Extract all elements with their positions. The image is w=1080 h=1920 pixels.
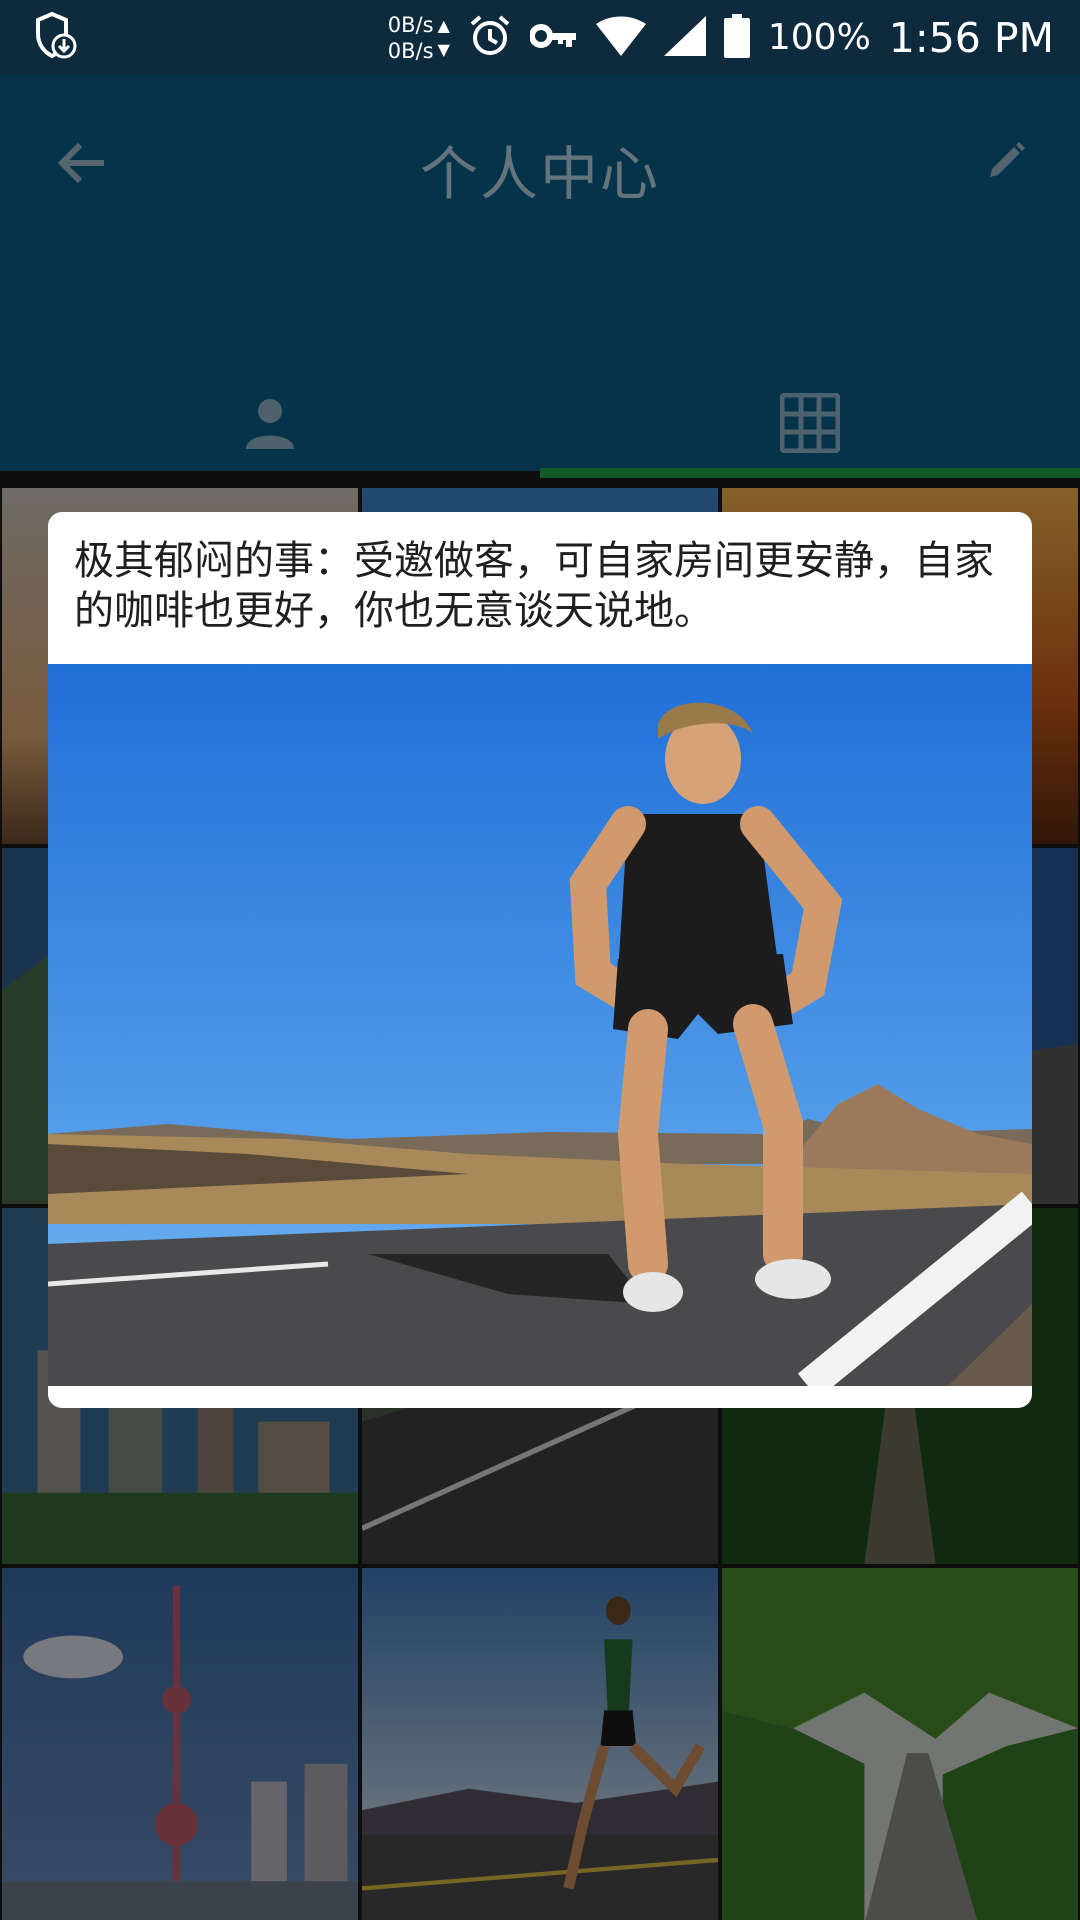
net-down-speed: 0B/s (387, 38, 434, 63)
runner-on-road-photo (48, 664, 1032, 1386)
net-up-speed: 0B/s (387, 12, 434, 37)
battery-percent: 100% (767, 17, 871, 58)
key-icon (528, 21, 578, 55)
battery-icon (723, 13, 750, 62)
post-image[interactable] (48, 664, 1032, 1386)
post-dialog: 极其郁闷的事：受邀做客，可自家房间更安静，自家的咖啡也更好，你也无意谈天说地。 (48, 512, 1032, 1408)
net-arrows-icon: ▲ ▼ (437, 15, 450, 59)
post-text: 极其郁闷的事：受邀做客，可自家房间更安静，自家的咖啡也更好，你也无意谈天说地。 (74, 538, 994, 634)
wifi-icon (595, 16, 646, 60)
clock: 1:56 PM (888, 13, 1054, 62)
cell-signal-icon (663, 15, 706, 60)
screen: 0B/s 0B/s ▲ ▼ 100% 1:56 PM 个人中心 极其郁闷的事：受… (0, 0, 1080, 1920)
status-bar: 0B/s 0B/s ▲ ▼ 100% 1:56 PM (0, 0, 1080, 75)
alarm-icon (468, 14, 512, 62)
vpn-shield-icon (32, 11, 80, 64)
